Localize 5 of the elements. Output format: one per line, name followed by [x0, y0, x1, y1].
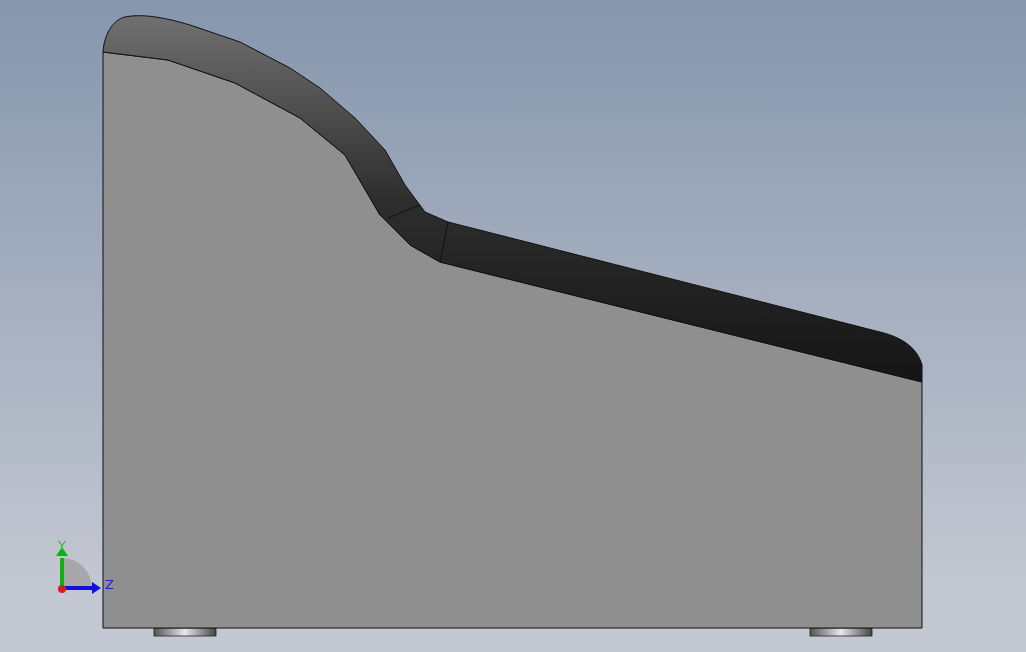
axis-label: Z — [105, 576, 114, 592]
origin-point — [58, 585, 66, 593]
view-plane-quadrant — [62, 558, 92, 588]
model-viewport[interactable]: Y Z — [0, 0, 1026, 652]
axis-label: Y — [58, 537, 66, 553]
